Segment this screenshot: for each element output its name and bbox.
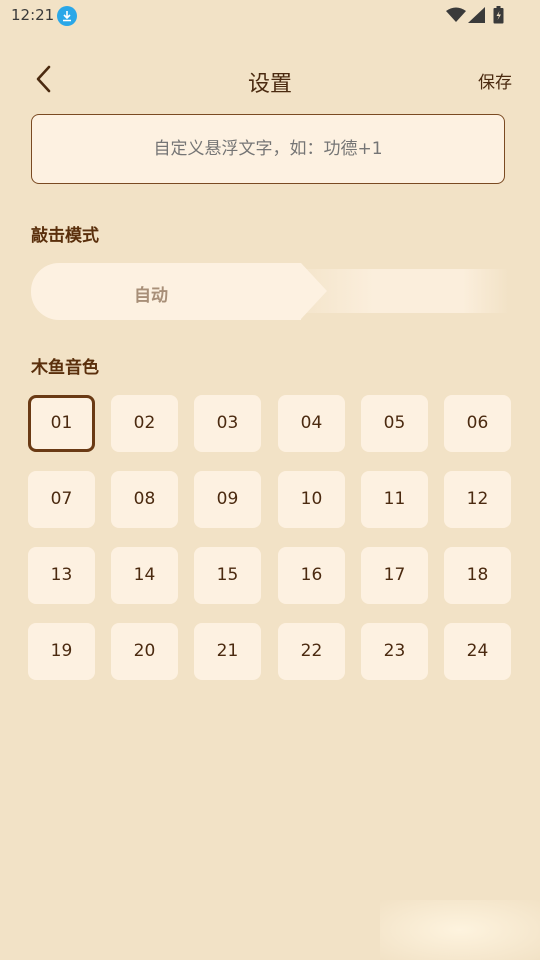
sound-tile-22[interactable]: 22 [278, 623, 345, 680]
sound-tile-02[interactable]: 02 [111, 395, 178, 452]
mode-option-label: 自动 [134, 286, 168, 306]
status-bar: 12:21 [0, 0, 540, 32]
sound-tile-15[interactable]: 15 [194, 547, 261, 604]
sound-tile-18[interactable]: 18 [444, 547, 511, 604]
sound-tile-12[interactable]: 12 [444, 471, 511, 528]
knock-mode-label: 敲击模式 [31, 226, 99, 246]
download-icon [57, 6, 77, 26]
battery-icon [493, 6, 504, 24]
sound-tile-13[interactable]: 13 [28, 547, 95, 604]
sound-tile-06[interactable]: 06 [444, 395, 511, 452]
mode-option-auto[interactable]: 自动 [31, 263, 327, 320]
float-text-input[interactable] [31, 114, 505, 184]
status-time: 12:21 [11, 6, 55, 24]
page-title: 设置 [247, 72, 292, 97]
signal-icon [468, 7, 485, 23]
sound-tile-24[interactable]: 24 [444, 623, 511, 680]
wifi-icon [446, 7, 466, 22]
sound-tile-11[interactable]: 11 [361, 471, 428, 528]
sound-label: 木鱼音色 [31, 358, 99, 378]
decorative-glow [380, 900, 540, 960]
sound-tile-10[interactable]: 10 [278, 471, 345, 528]
sound-tile-09[interactable]: 09 [194, 471, 261, 528]
sound-tile-04[interactable]: 04 [278, 395, 345, 452]
sound-tile-01[interactable]: 01 [28, 395, 95, 452]
sound-tile-20[interactable]: 20 [111, 623, 178, 680]
sound-tile-07[interactable]: 07 [28, 471, 95, 528]
sound-tile-17[interactable]: 17 [361, 547, 428, 604]
sound-tile-23[interactable]: 23 [361, 623, 428, 680]
sound-tile-08[interactable]: 08 [111, 471, 178, 528]
sound-tile-03[interactable]: 03 [194, 395, 261, 452]
sound-tile-19[interactable]: 19 [28, 623, 95, 680]
sound-tile-21[interactable]: 21 [194, 623, 261, 680]
sound-tile-05[interactable]: 05 [361, 395, 428, 452]
sound-tile-14[interactable]: 14 [111, 547, 178, 604]
sound-tile-16[interactable]: 16 [278, 547, 345, 604]
save-button[interactable]: 保存 [478, 68, 512, 93]
top-bar: 设置 保存 [0, 52, 540, 108]
knock-mode-toggle[interactable]: 自动 [31, 263, 509, 320]
